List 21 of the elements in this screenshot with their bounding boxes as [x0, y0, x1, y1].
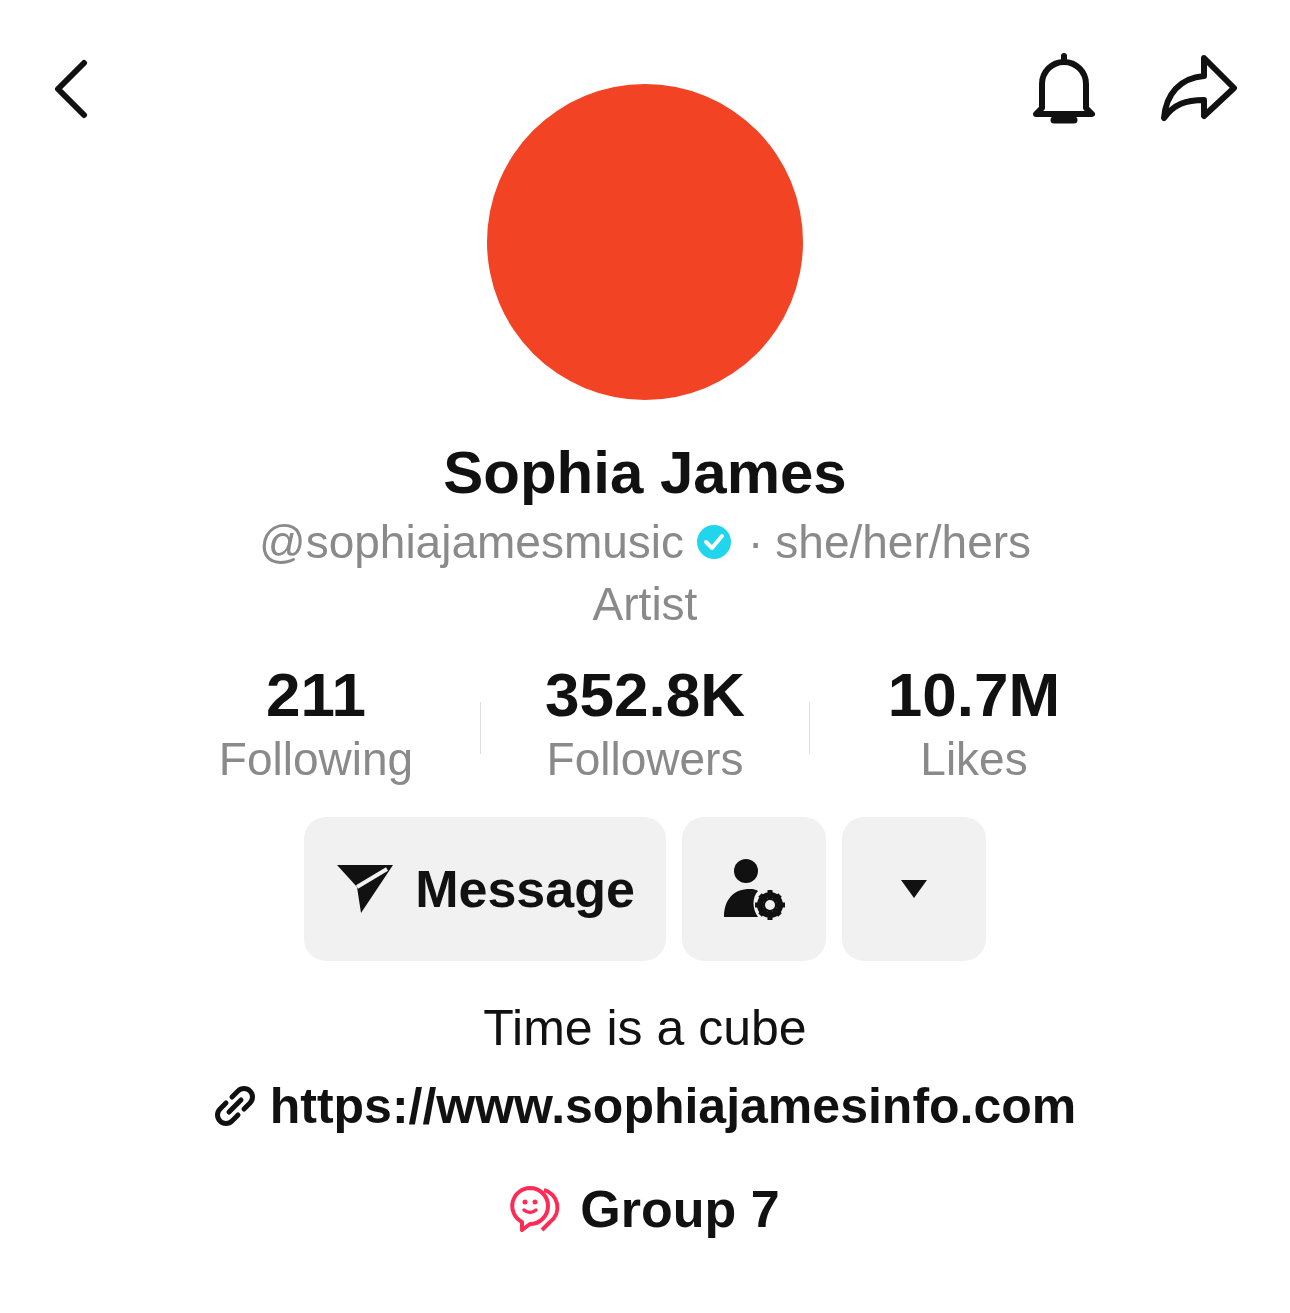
stat-label: Likes — [920, 732, 1028, 787]
username: @sophiajamesmusic — [258, 515, 684, 569]
share-icon[interactable] — [1160, 54, 1238, 124]
caret-icon — [900, 879, 928, 899]
user-settings-icon — [722, 857, 786, 921]
stat-count: 10.7M — [887, 659, 1061, 731]
link-icon — [213, 1085, 256, 1127]
pronouns: she/her/hers — [775, 515, 1032, 569]
bio-text: Time is a cube — [483, 999, 807, 1057]
notification-bell-icon[interactable] — [1030, 52, 1098, 126]
message-button[interactable]: Message — [304, 817, 666, 961]
stat-count: 211 — [266, 659, 366, 731]
stat-label: Following — [218, 732, 414, 787]
separator-dot: · — [748, 515, 764, 569]
profile-name: Sophia James — [443, 438, 847, 507]
website-link[interactable]: https://www.sophiajamesinfo.com — [269, 1077, 1077, 1135]
user-settings-button[interactable] — [682, 817, 826, 961]
group-label[interactable]: Group 7 — [580, 1179, 780, 1239]
category-label: Artist — [592, 577, 698, 631]
stat-label: Followers — [546, 732, 744, 787]
stat-count: 352.8K — [545, 659, 745, 731]
